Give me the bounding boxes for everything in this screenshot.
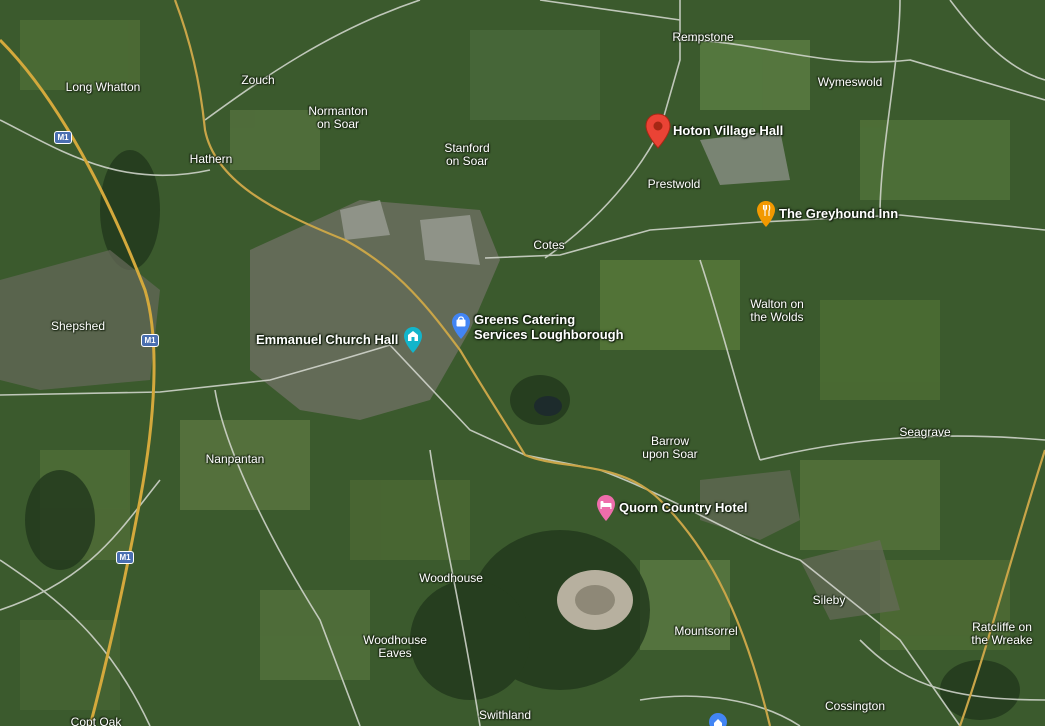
place-label-cotes[interactable]: Cotes — [533, 239, 564, 252]
poi-label-line-2: Services Loughborough — [474, 327, 624, 342]
place-label-cossington[interactable]: Cossington — [825, 700, 885, 713]
place-label-wymeswold[interactable]: Wymeswold — [818, 76, 883, 89]
m1-shield: M1 — [141, 334, 159, 347]
place-label-hathern[interactable]: Hathern — [190, 153, 233, 166]
place-label-seagrave[interactable]: Seagrave — [899, 426, 950, 439]
poi-hoton-village-hall[interactable]: Hoton Village Hall — [645, 113, 783, 149]
place-label-rempstone[interactable]: Rempstone — [672, 31, 733, 44]
place-label-sileby[interactable]: Sileby — [813, 594, 846, 607]
place-label-copt-oak[interactable]: Copt Oak — [71, 716, 122, 726]
place-label-stanford-on-soar[interactable]: Stanford on Soar — [444, 142, 489, 168]
poi-quorn-country-hotel[interactable]: Quorn Country Hotel — [596, 494, 748, 522]
place-label-ratcliffe-on-the-wreake[interactable]: Ratcliffe on the Wreake — [971, 621, 1032, 647]
poi-label-line-1: Greens Catering — [474, 312, 576, 327]
poi-emmanuel-church-hall[interactable]: Emmanuel Church Hall — [256, 326, 423, 354]
place-of-worship-icon — [404, 327, 423, 353]
place-label-woodhouse-eaves[interactable]: Woodhouse Eaves — [363, 634, 427, 660]
poi-the-greyhound-inn[interactable]: The Greyhound Inn — [756, 200, 898, 228]
satellite-terrain — [0, 0, 1045, 726]
shopping-bag-icon — [452, 313, 470, 339]
poi-greens-catering-services[interactable]: Greens Catering Services Loughborough — [451, 312, 624, 342]
reservoir — [534, 396, 562, 416]
map-marker-icon[interactable] — [708, 712, 728, 726]
place-label-mountsorrel[interactable]: Mountsorrel — [674, 625, 737, 638]
poi-label: Emmanuel Church Hall — [256, 332, 399, 347]
location-pin-icon — [645, 113, 671, 149]
hotel-bed-icon — [597, 495, 615, 521]
satellite-map[interactable]: M1 M1 M1 Rempstone Wymeswold Long Whatto… — [0, 0, 1045, 726]
poi-label: Quorn Country Hotel — [619, 500, 748, 515]
place-label-normanton-on-soar[interactable]: Normanton on Soar — [308, 105, 367, 131]
m1-shield: M1 — [116, 551, 134, 564]
poi-label: Hoton Village Hall — [673, 123, 784, 138]
place-label-walton-on-the-wolds[interactable]: Walton on the Wolds — [750, 298, 804, 324]
place-label-zouch[interactable]: Zouch — [241, 74, 274, 87]
poi-label: The Greyhound Inn — [779, 206, 899, 221]
place-label-shepshed[interactable]: Shepshed — [51, 320, 105, 333]
place-label-long-whatton[interactable]: Long Whatton — [66, 81, 141, 94]
place-label-swithland[interactable]: Swithland — [479, 709, 531, 722]
place-label-prestwold[interactable]: Prestwold — [648, 178, 701, 191]
place-label-woodhouse[interactable]: Woodhouse — [419, 572, 483, 585]
restaurant-icon — [757, 201, 775, 227]
place-label-barrow-upon-soar[interactable]: Barrow upon Soar — [642, 435, 697, 461]
place-label-nanpantan[interactable]: Nanpantan — [206, 453, 265, 466]
m1-shield: M1 — [54, 131, 72, 144]
